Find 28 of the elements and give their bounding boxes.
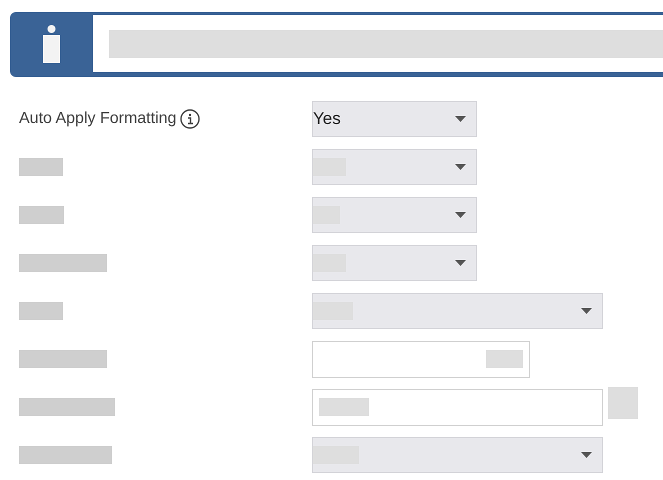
dropdown[interactable] [312,293,603,329]
dropdown[interactable] [312,245,477,281]
redacted-block [313,302,353,320]
redacted-block [313,158,346,176]
redacted-block [313,446,359,464]
info-icon[interactable] [180,109,200,129]
caret-icon [581,308,592,314]
caret-icon [455,164,466,170]
caret-icon [455,116,466,122]
field-label: Auto Apply Formatting [19,110,176,128]
side-button[interactable] [608,387,638,419]
dropdown[interactable] [312,197,477,233]
redacted-block [19,158,63,176]
redacted-block [319,398,369,416]
caret-icon [581,452,592,458]
redacted-block [313,206,340,224]
redacted-block [486,350,523,368]
dropdown[interactable]: Yes [312,101,477,137]
dropdown[interactable] [312,149,477,185]
redacted-block [19,302,63,320]
redacted-block [19,206,64,224]
dropdown[interactable] [312,437,603,473]
info-icon [43,24,60,62]
input-field[interactable] [312,388,603,426]
redacted-block [313,254,346,272]
caret-icon [455,260,466,266]
caret-icon [455,212,466,218]
input-field[interactable] [312,340,530,378]
